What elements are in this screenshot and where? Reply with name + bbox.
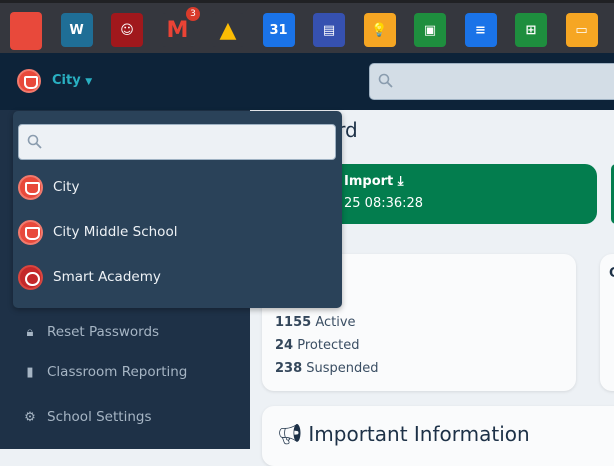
bookmark-school-logo-icon[interactable]: [10, 12, 42, 50]
school-search-input[interactable]: [18, 124, 336, 160]
search-icon: [378, 73, 393, 88]
download-icon: ⤓: [397, 174, 404, 189]
bookmark-google-slides-icon[interactable]: ▭: [565, 13, 598, 47]
school-selector[interactable]: City ▼: [52, 73, 92, 88]
city-logo-icon: [18, 174, 43, 200]
school-option-city[interactable]: City: [18, 172, 336, 202]
gmail-unread-badge: 3: [186, 7, 200, 21]
school-dropdown: City City Middle School Smart Academy: [13, 111, 342, 308]
bookmarks-bar: W ☺ M ▲ 31 ▤ 💡 ▣ ≡ ⊞ ▭: [0, 0, 614, 53]
bookmark-google-classroom-icon[interactable]: ▣: [414, 13, 446, 47]
active-stat: 1155 Active: [275, 315, 356, 330]
bar-chart-icon: ▮: [26, 364, 34, 380]
search-icon: [27, 134, 42, 149]
search-input[interactable]: [369, 63, 614, 100]
gear-icon: ⚙: [24, 409, 36, 425]
school-option-city-middle-school[interactable]: City Middle School: [18, 217, 336, 247]
city-logo-icon: [18, 219, 43, 245]
bookmark-wordpress-icon[interactable]: W: [60, 13, 93, 47]
second-stats-card: C: [600, 254, 614, 391]
school-option-smart-academy[interactable]: Smart Academy: [18, 262, 336, 292]
sidebar-item-classroom-reporting[interactable]: ▮ Classroom Reporting: [22, 364, 187, 380]
smart-academy-logo-icon: [18, 264, 43, 290]
suspended-stat: 238 Suspended: [275, 361, 379, 376]
bookmark-smart-academy-icon[interactable]: ☺: [111, 13, 143, 47]
bookmark-google-sheets-icon[interactable]: ⊞: [515, 13, 547, 47]
caret-down-icon: ▼: [85, 77, 93, 87]
bookmark-google-docs-icon[interactable]: ≡: [464, 13, 497, 47]
bookmark-google-calendar-icon[interactable]: 31: [262, 13, 295, 47]
school-logo[interactable]: [17, 69, 41, 93]
bookmark-google-keep-icon[interactable]: 💡: [363, 13, 396, 47]
protected-stat: 24 Protected: [275, 338, 360, 353]
important-info-card: 📢︎ Important Information: [262, 406, 614, 466]
megaphone-icon: 📢︎: [277, 422, 303, 446]
bookmark-google-drive-icon[interactable]: ▲: [212, 13, 244, 47]
bookmark-google-sites-icon[interactable]: ▤: [313, 13, 345, 47]
sidebar-item-school-settings[interactable]: ⚙ School Settings: [22, 409, 151, 425]
lock-icon: 🔒︎: [26, 324, 34, 340]
sidebar-item-reset-passwords[interactable]: 🔒︎ Reset Passwords: [22, 324, 160, 340]
